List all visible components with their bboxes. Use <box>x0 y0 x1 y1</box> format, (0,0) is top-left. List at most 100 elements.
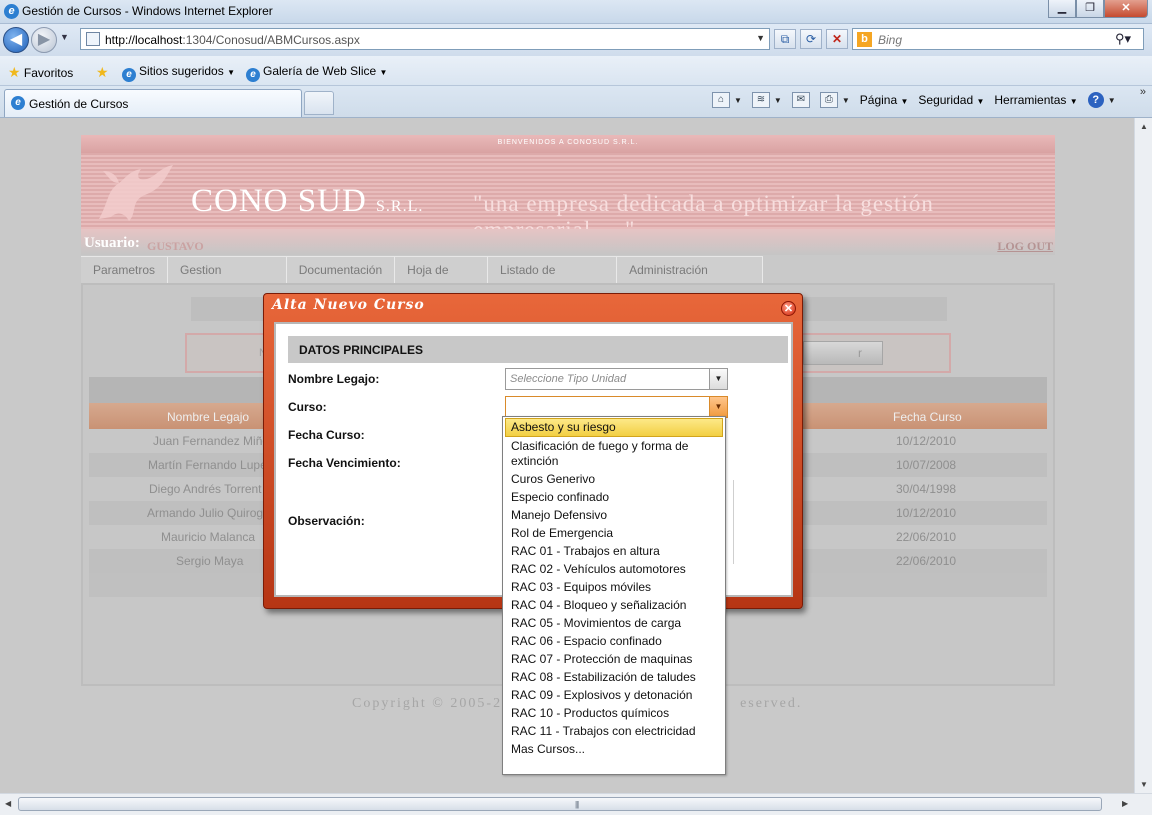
menu-hoja-de-ruta[interactable]: Hoja de Ruta <box>395 257 489 303</box>
user-bar: Usuario: GUSTAVO LOG OUT <box>81 229 1055 255</box>
search-input[interactable]: b Bing ⚲▾ <box>852 28 1144 50</box>
url-text: http://localhost:1304/Conosud/ABMCursos.… <box>105 33 360 47</box>
dialog-title: Alta Nuevo Curso <box>272 297 425 313</box>
observacion-textarea[interactable] <box>730 480 734 564</box>
menu-administracion-general[interactable]: Administración General <box>617 257 763 303</box>
stop-icon[interactable]: ✕ <box>826 29 848 49</box>
label-fecha-vencimiento: Fecha Vencimiento: <box>288 456 401 470</box>
ie-logo-icon: e <box>4 4 19 19</box>
dropdown-option[interactable]: RAC 02 - Vehículos automotores <box>503 561 725 579</box>
dropdown-option[interactable]: Rol de Emergencia <box>503 525 725 543</box>
dropdown-option[interactable]: RAC 03 - Equipos móviles <box>503 579 725 597</box>
dropdown-option[interactable]: Especio confinado <box>503 489 725 507</box>
tools-menu[interactable]: Herramientas ▼ <box>994 93 1077 107</box>
maximize-button[interactable]: ❐ <box>1076 0 1104 18</box>
search-placeholder: Bing <box>878 33 903 47</box>
url-dropdown-icon[interactable]: ▼ <box>756 33 765 43</box>
more-commands-icon[interactable]: » <box>1140 86 1146 98</box>
ie-icon: e <box>246 68 260 82</box>
search-icon[interactable]: ⚲▾ <box>1115 31 1131 47</box>
label-nombre-legajo: Nombre Legajo: <box>288 372 380 386</box>
scroll-down-icon[interactable]: ▼ <box>1140 780 1148 789</box>
tab-gestion-cursos[interactable]: e Gestión de Cursos <box>4 89 302 117</box>
page-icon <box>86 32 100 46</box>
vertical-scrollbar[interactable]: ▲ ▼ <box>1134 118 1152 793</box>
close-window-button[interactable]: ✕ <box>1104 0 1148 18</box>
window-controls: ▁ ❐ ✕ <box>1048 0 1148 18</box>
chevron-down-icon[interactable]: ▼ <box>709 397 727 417</box>
horizontal-scroll-thumb[interactable]: ||| <box>18 797 1102 811</box>
dropdown-option[interactable]: Manejo Defensivo <box>503 507 725 525</box>
dropdown-option[interactable]: RAC 01 - Trabajos en altura <box>503 543 725 561</box>
menu-parametros[interactable]: Parametros <box>81 257 169 283</box>
logout-link[interactable]: LOG OUT <box>997 239 1053 254</box>
dropdown-option[interactable]: RAC 08 - Estabilización de taludes <box>503 669 725 687</box>
dropdown-option[interactable]: RAC 07 - Protección de maquinas <box>503 651 725 669</box>
menu-gestion-contratos[interactable]: Gestion Contratos <box>168 257 287 303</box>
home-icon[interactable]: ⌂ <box>712 92 730 108</box>
refresh-icon[interactable]: ⟳ <box>800 29 822 49</box>
label-observacion: Observación: <box>288 514 365 528</box>
compatibility-view-icon[interactable]: ⧉ <box>774 29 796 49</box>
dropdown-option[interactable]: Clasificación de fuego y forma de extinc… <box>503 438 725 471</box>
chevron-down-icon[interactable]: ▼ <box>709 369 727 389</box>
ie-icon: e <box>11 96 25 110</box>
add-favorites-icon[interactable]: ★ <box>96 64 109 81</box>
label-fecha-curso: Fecha Curso: <box>288 428 365 442</box>
bing-icon: b <box>857 32 872 47</box>
favorites-bar: ★ Favoritos ★ e Sitios sugeridos ▼ e Galer… <box>0 56 1152 86</box>
menu-listado-reportes[interactable]: Listado de Reportes <box>488 257 618 303</box>
horizontal-scrollbar[interactable]: ◀ ||| ▶ <box>0 793 1152 815</box>
curso-dropdown-list: Asbesto y su riesgo Clasificación de fueg… <box>502 416 726 775</box>
dropdown-option[interactable]: RAC 09 - Explosivos y detonación <box>503 687 725 705</box>
minimize-button[interactable]: ▁ <box>1048 0 1076 18</box>
dropdown-option[interactable]: Asbesto y su riesgo <box>505 418 723 437</box>
suggested-sites-link[interactable]: e Sitios sugeridos ▼ <box>122 64 235 82</box>
tab-bar: e Gestión de Cursos ⌂ ▼ ≋ ▼ ✉ ⎙ ▼ Página ▼ … <box>0 86 1152 118</box>
ie-icon: e <box>122 68 136 82</box>
mail-icon[interactable]: ✉ <box>791 92 810 108</box>
curso-select[interactable]: ▼ <box>505 396 728 418</box>
title-bar: e Gestión de Cursos - Windows Internet E… <box>0 0 1152 24</box>
dropdown-option[interactable]: RAC 10 - Productos químicos <box>503 705 725 723</box>
label-curso: Curso: <box>288 400 327 414</box>
dropdown-option[interactable]: RAC 11 - Trabajos con electricidad <box>503 723 725 741</box>
section-header: DATOS PRINCIPALES <box>288 336 788 363</box>
col-nombre-legajo[interactable]: Nombre Legajo <box>167 410 249 424</box>
col-fecha-curso[interactable]: Fecha Curso <box>893 410 962 424</box>
user-label: Usuario: <box>84 235 140 251</box>
welcome-strip: BIENVENIDOS A CONOSUD S.R.L. <box>81 135 1055 153</box>
favorites-button[interactable]: ★ Favoritos <box>8 64 73 81</box>
window-title: Gestión de Cursos - Windows Internet Exp… <box>22 4 273 18</box>
user-name: GUSTAVO <box>147 239 204 253</box>
recent-pages-dropdown-icon[interactable]: ▼ <box>60 32 69 42</box>
dropdown-option[interactable]: Curos Generivo <box>503 471 725 489</box>
nombre-legajo-select[interactable]: Seleccione Tipo Unidad ▼ <box>505 368 728 390</box>
print-icon[interactable]: ⎙ <box>819 92 838 108</box>
help-icon[interactable]: ? <box>1087 92 1104 108</box>
security-menu[interactable]: Seguridad ▼ <box>918 93 984 107</box>
dropdown-option[interactable]: RAC 06 - Espacio confinado <box>503 633 725 651</box>
feeds-icon[interactable]: ≋ <box>751 92 770 108</box>
brand-name: CONO SUD S.R.L. <box>191 183 424 219</box>
dropdown-option[interactable]: Mas Cursos... <box>503 741 725 759</box>
forward-button[interactable]: ▶ <box>31 27 57 53</box>
new-tab-button[interactable] <box>304 91 334 115</box>
filter-button[interactable]: r <box>803 341 883 365</box>
web-slice-gallery-link[interactable]: e Galería de Web Slice ▼ <box>246 64 387 82</box>
site-banner: CONO SUD S.R.L. "una empresa dedicada a … <box>81 153 1055 242</box>
command-bar: ⌂ ▼ ≋ ▼ ✉ ⎙ ▼ Página ▼ Seguridad ▼ Herramie… <box>712 92 1116 108</box>
scroll-left-icon[interactable]: ◀ <box>5 799 11 808</box>
scroll-right-icon[interactable]: ▶ <box>1122 799 1128 808</box>
address-bar: ◀ ▶ ▼ http://localhost:1304/Conosud/ABMC… <box>0 24 1152 56</box>
griffin-logo-icon <box>99 165 173 221</box>
page-menu[interactable]: Página ▼ <box>860 93 909 107</box>
back-button[interactable]: ◀ <box>3 27 29 53</box>
menu-documentacion[interactable]: Documentación <box>287 257 396 283</box>
main-menu: Parametros Gestion Contratos Documentaci… <box>81 256 763 303</box>
url-input[interactable]: http://localhost:1304/Conosud/ABMCursos.… <box>80 28 770 50</box>
close-dialog-icon[interactable]: ✕ <box>781 301 796 316</box>
dropdown-option[interactable]: RAC 05 - Movimientos de carga <box>503 615 725 633</box>
scroll-up-icon[interactable]: ▲ <box>1140 122 1148 131</box>
dropdown-option[interactable]: RAC 04 - Bloqueo y señalización <box>503 597 725 615</box>
